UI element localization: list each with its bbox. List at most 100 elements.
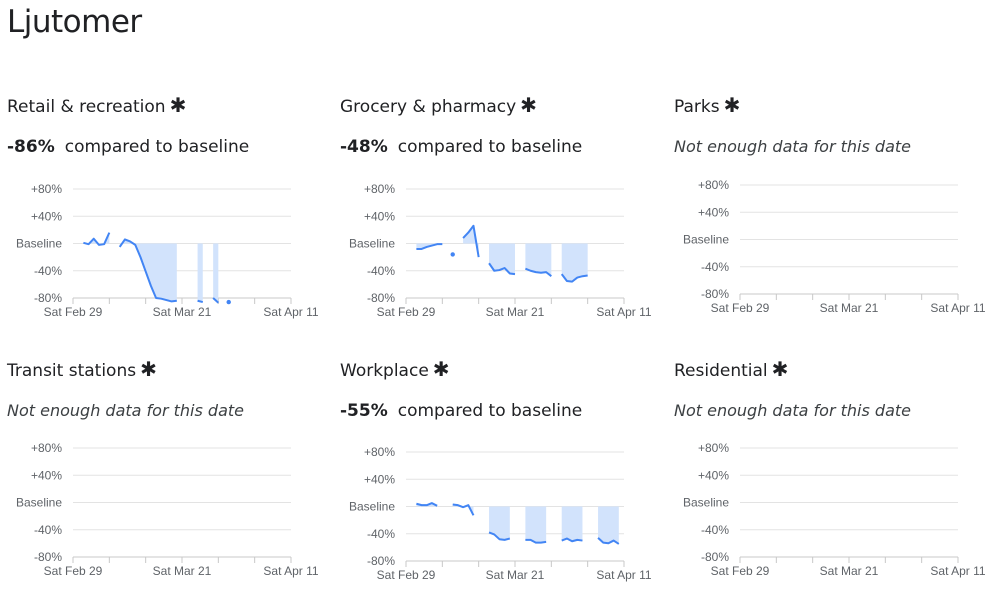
y-tick-label: +40% xyxy=(698,468,729,482)
y-tick-label: -80% xyxy=(701,287,729,301)
y-tick-label: +40% xyxy=(31,468,62,482)
panel-residential: Residential ✱ Not enough data for this dat… xyxy=(674,354,1000,604)
y-tick-label: -80% xyxy=(367,291,395,305)
x-tick-label: Sat Apr 11 xyxy=(930,564,985,578)
y-tick-label: Baseline xyxy=(349,500,395,514)
page-title: Ljutomer xyxy=(7,4,142,40)
x-tick-label: Sat Feb 29 xyxy=(711,301,770,315)
asterisk-icon: ✱ xyxy=(771,357,789,381)
area-fill xyxy=(197,243,203,303)
panel-workplace: Workplace ✱ -55% compared to baseline +80% +4… xyxy=(340,354,670,604)
y-tick-label: -80% xyxy=(367,554,395,568)
y-tick-label: -40% xyxy=(367,264,395,278)
asterisk-icon: ✱ xyxy=(169,93,187,117)
x-tick-label: Sat Feb 29 xyxy=(711,564,770,578)
x-tick-label: Sat Mar 21 xyxy=(486,305,545,319)
panel-summary: -48% compared to baseline xyxy=(340,137,582,157)
y-tick-label: Baseline xyxy=(683,496,729,510)
y-tick-label: Baseline xyxy=(16,496,62,510)
chart: +80% +40% Baseline -40% -80%Sat Feb 29 Sat Ma… xyxy=(683,441,986,578)
panel-grocery-pharmacy: Grocery & pharmacy ✱ -48% compared to basel… xyxy=(340,90,670,340)
x-tick-label: Sat Feb 29 xyxy=(44,305,103,319)
x-tick-label: Sat Apr 11 xyxy=(263,564,318,578)
panel-title: Grocery & pharmacy ✱ xyxy=(340,93,537,117)
comparison-text: compared to baseline xyxy=(397,401,583,421)
panel-retail-recreation: Retail & recreation ✱ -86% compared to base… xyxy=(7,90,337,340)
y-tick-label: +40% xyxy=(698,205,729,219)
y-tick-label: -80% xyxy=(34,291,62,305)
y-tick-label: +40% xyxy=(31,209,62,223)
panel-title-text: Residential xyxy=(674,361,768,381)
panel-title: Transit stations ✱ xyxy=(7,357,157,381)
asterisk-icon: ✱ xyxy=(723,93,741,117)
area-fill xyxy=(213,243,219,303)
panel-summary: -55% compared to baseline xyxy=(340,401,582,421)
y-tick-label: +80% xyxy=(364,182,395,196)
x-tick-label: Sat Feb 29 xyxy=(377,568,436,582)
area-fill xyxy=(598,506,619,544)
change-value: -55% xyxy=(340,401,388,421)
panel-transit-stations: Transit stations ✱ Not enough data for thi… xyxy=(7,354,337,604)
area-fill xyxy=(525,506,547,543)
chart: +80% +40% Baseline -40% -80%Sat Feb 29 Sat Ma… xyxy=(683,178,986,315)
asterisk-icon: ✱ xyxy=(520,93,537,117)
x-tick-label: Sat Mar 21 xyxy=(153,564,212,578)
y-tick-label: +80% xyxy=(698,178,729,192)
y-tick-label: +80% xyxy=(698,441,729,455)
no-data-message: Not enough data for this date xyxy=(674,401,911,420)
x-tick-label: Sat Mar 21 xyxy=(486,568,545,582)
y-tick-label: +80% xyxy=(364,445,395,459)
change-value: -48% xyxy=(340,137,388,157)
panel-title-text: Retail & recreation xyxy=(7,97,166,117)
chart: +80% +40% Baseline -40% -80%Sat Feb 29 Sat Ma… xyxy=(349,445,652,582)
x-tick-label: Sat Apr 11 xyxy=(596,568,651,582)
y-tick-label: -80% xyxy=(34,550,62,564)
chart: +80% +40% Baseline -40% -80%Sat Feb 29 Sat Ma… xyxy=(16,182,319,319)
y-tick-label: -40% xyxy=(701,260,729,274)
no-data-message: Not enough data for this date xyxy=(7,401,244,420)
data-point xyxy=(226,299,231,305)
y-tick-label: -40% xyxy=(34,264,62,278)
panel-title-text: Transit stations xyxy=(7,361,137,381)
y-tick-label: -40% xyxy=(34,523,62,537)
chart: +80% +40% Baseline -40% -80%Sat Feb 29 Sat Ma… xyxy=(16,441,319,578)
data-line xyxy=(197,299,204,304)
panel-summary: -86% compared to baseline xyxy=(7,137,249,157)
area-fill xyxy=(489,506,510,540)
y-tick-label: -80% xyxy=(701,550,729,564)
y-tick-label: +80% xyxy=(31,182,62,196)
x-tick-label: Sat Apr 11 xyxy=(930,301,985,315)
panel-title-text: Parks xyxy=(674,97,720,117)
y-tick-label: Baseline xyxy=(683,233,729,247)
area-fill xyxy=(561,506,583,542)
panel-title: Retail & recreation ✱ xyxy=(7,93,186,117)
change-value: -86% xyxy=(7,137,55,157)
y-tick-label: -40% xyxy=(367,527,395,541)
panel-parks: Parks ✱ Not enough data for this date +80% +… xyxy=(674,90,1000,340)
y-tick-label: Baseline xyxy=(16,237,62,251)
x-tick-label: Sat Apr 11 xyxy=(596,305,651,319)
panel-title: Residential ✱ xyxy=(674,357,788,381)
x-tick-label: Sat Feb 29 xyxy=(44,564,103,578)
x-tick-label: Sat Mar 21 xyxy=(820,564,879,578)
y-tick-label: +80% xyxy=(31,441,62,455)
panel-title-text: Grocery & pharmacy xyxy=(340,97,517,117)
panel-title-text: Workplace xyxy=(340,361,429,381)
panel-title: Workplace ✱ xyxy=(340,357,450,381)
data-point xyxy=(450,252,455,257)
no-data-message: Not enough data for this date xyxy=(674,137,911,156)
asterisk-icon: ✱ xyxy=(432,357,450,381)
y-tick-label: -40% xyxy=(701,523,729,537)
panel-title: Parks ✱ xyxy=(674,93,740,117)
asterisk-icon: ✱ xyxy=(140,357,157,381)
data-line xyxy=(83,232,111,246)
comparison-text: compared to baseline xyxy=(64,137,250,157)
y-tick-label: +40% xyxy=(364,209,395,223)
y-tick-label: +40% xyxy=(364,472,395,486)
x-tick-label: Sat Mar 21 xyxy=(820,301,879,315)
x-tick-label: Sat Mar 21 xyxy=(153,305,212,319)
x-tick-label: Sat Feb 29 xyxy=(377,305,436,319)
y-tick-label: Baseline xyxy=(349,237,395,251)
comparison-text: compared to baseline xyxy=(397,137,583,157)
chart: +80% +40% Baseline -40% -80%Sat Feb 29 Sat Ma… xyxy=(349,182,652,319)
